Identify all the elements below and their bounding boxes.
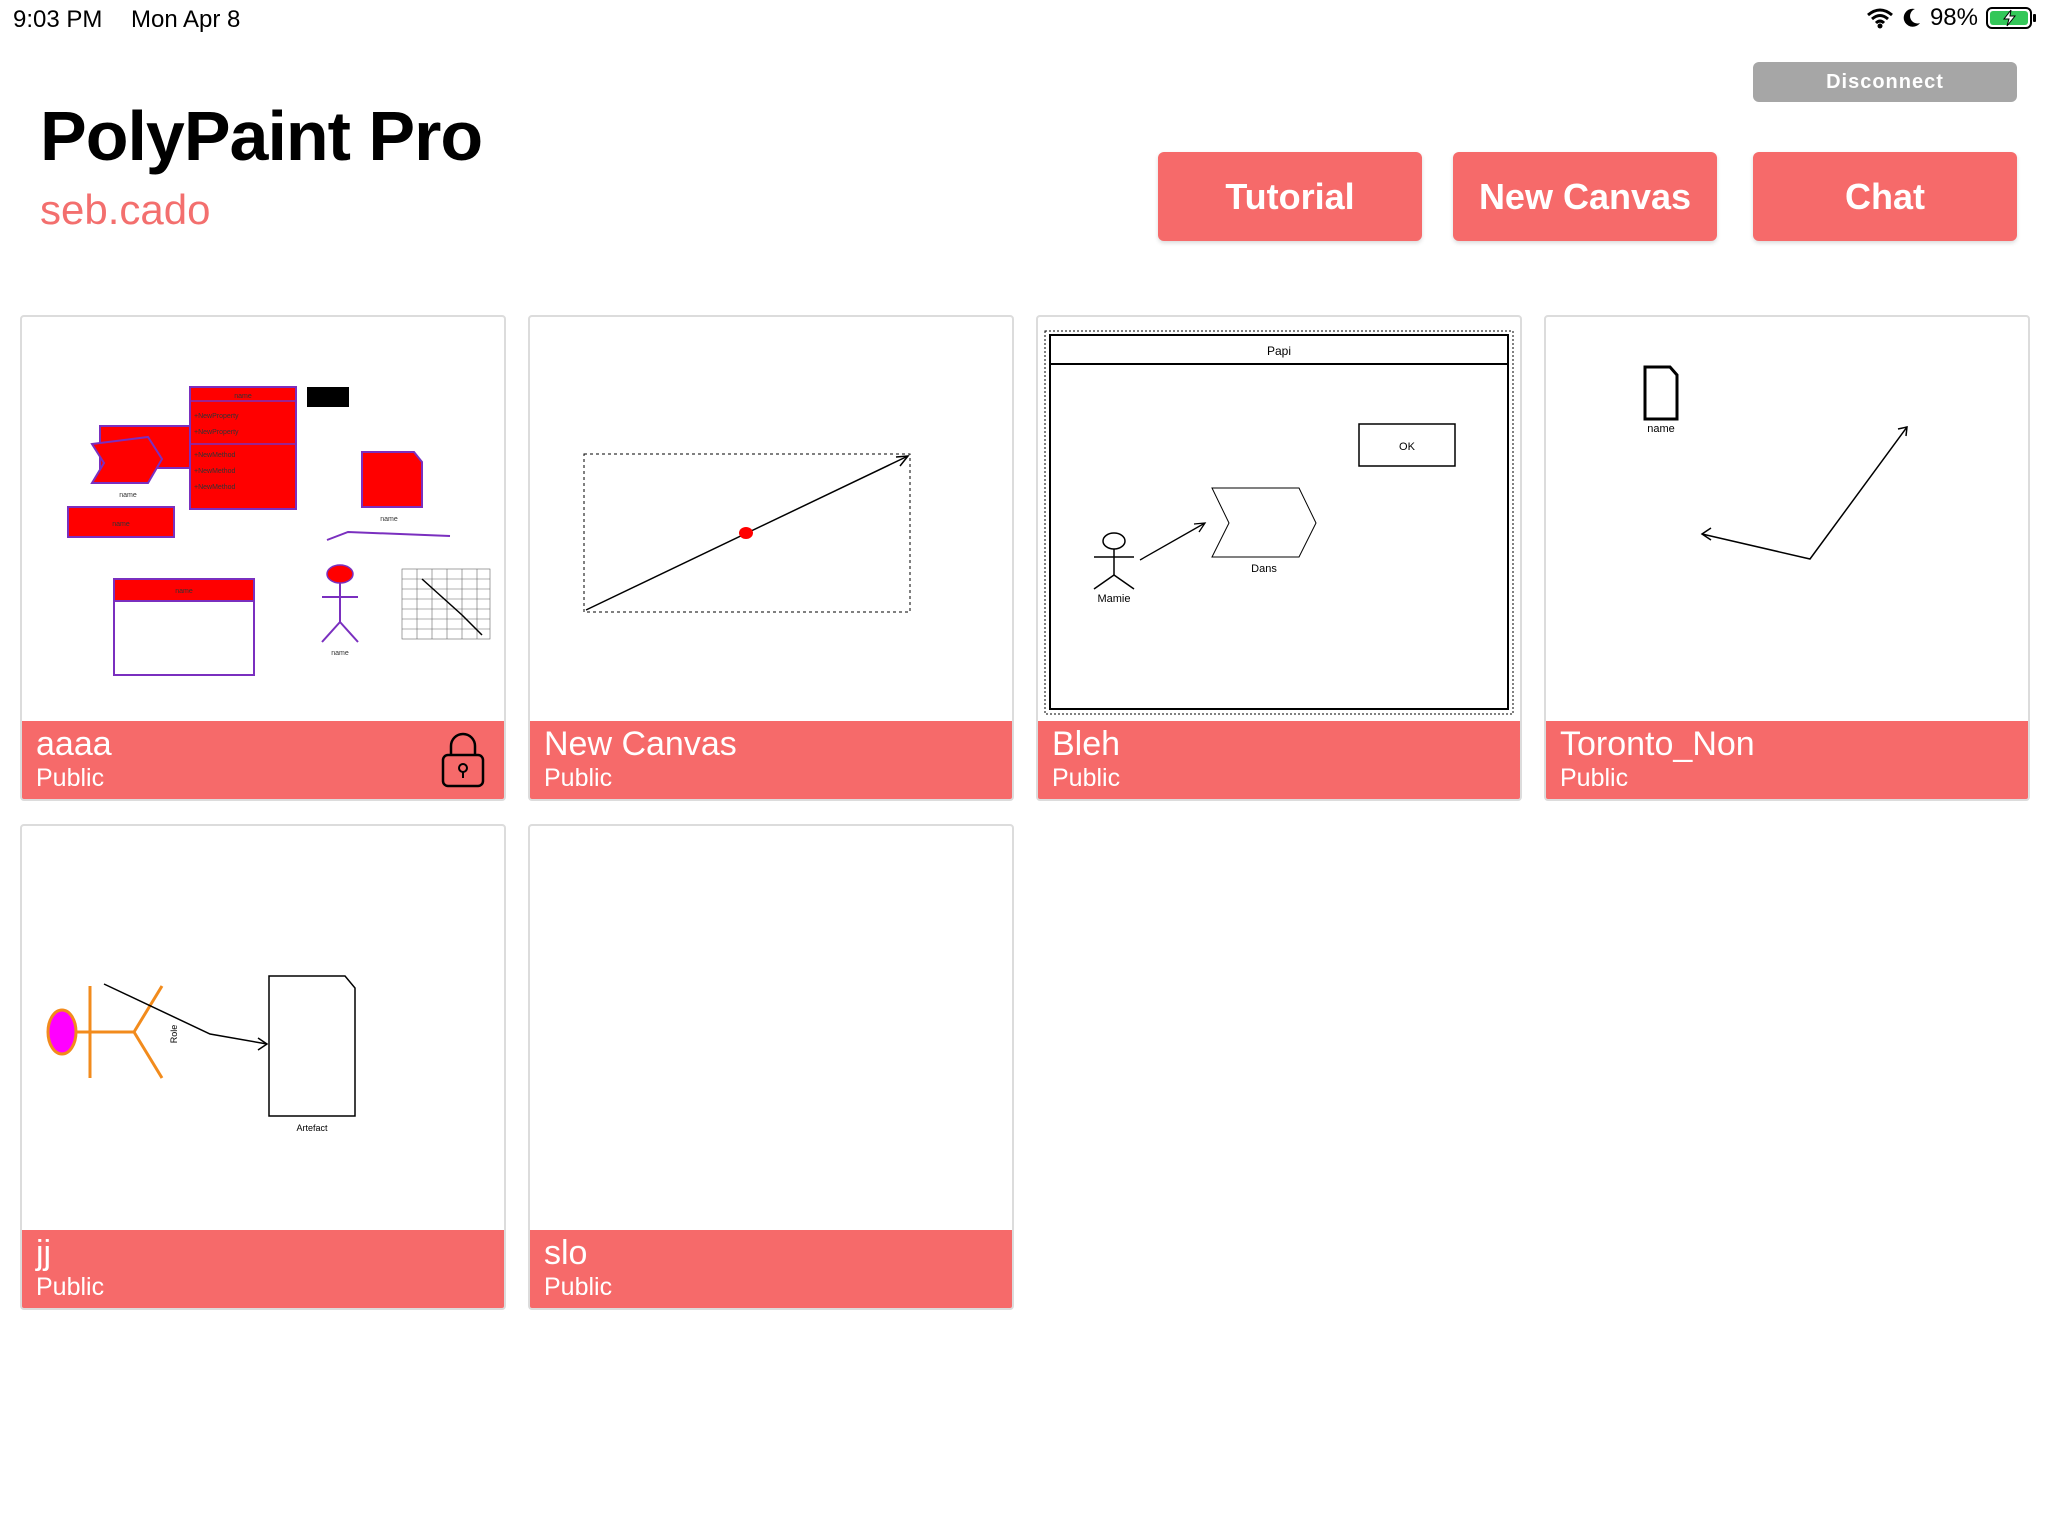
- canvas-card[interactable]: New Canvas Public: [528, 315, 1014, 801]
- canvas-visibility: Public: [1052, 764, 1121, 792]
- canvas-visibility: Public: [36, 1273, 105, 1301]
- canvas-visibility: Public: [1560, 764, 1629, 792]
- canvas-card-footer: aaaa Public: [22, 721, 504, 799]
- canvas-card[interactable]: slo Public: [528, 824, 1014, 1310]
- actor-a-label: name: [119, 492, 137, 499]
- canvas-visibility: Public: [544, 764, 613, 792]
- role-label: Role: [169, 1025, 179, 1044]
- actor-b-label: name: [331, 650, 349, 657]
- chat-button[interactable]: Chat: [1753, 152, 2017, 241]
- class-title-label: name: [234, 393, 252, 400]
- canvas-thumbnail: name +NewProperty +NewProperty +NewMetho…: [67, 386, 491, 676]
- canvas-card-footer: Toronto_Non Public: [1546, 721, 2028, 799]
- username: seb.cado: [40, 186, 211, 233]
- shape-label: Dans: [1251, 563, 1277, 575]
- artefact-label: Artefact: [296, 1123, 328, 1133]
- status-bar: 9:03 PM Mon Apr 8 98%: [0, 0, 2048, 40]
- canvas-name: Toronto_Non: [1560, 725, 1755, 763]
- canvas-card[interactable]: Papi OK Dans Mamie Bleh Public: [1036, 315, 1522, 801]
- canvas-card-footer: Bleh Public: [1038, 721, 1520, 799]
- canvas-visibility: Public: [36, 764, 105, 792]
- class-prop-1: +NewProperty: [194, 413, 239, 420]
- tutorial-button[interactable]: Tutorial: [1158, 152, 1422, 241]
- doc-label: name: [380, 516, 398, 523]
- box2-label: name: [175, 588, 193, 595]
- class-prop-2: +NewProperty: [194, 429, 239, 436]
- canvas-name: Bleh: [1052, 725, 1121, 763]
- canvas-name: slo: [544, 1234, 588, 1272]
- status-time: 9:03 PM: [13, 6, 103, 33]
- class-method-2: +NewMethod: [194, 468, 236, 475]
- status-date: Mon Apr 8: [131, 6, 241, 33]
- wifi-icon: [1866, 8, 1893, 29]
- canvas-visibility: Public: [544, 1273, 613, 1301]
- canvas-name: jj: [36, 1234, 52, 1272]
- canvas-card[interactable]: Role Artefact jj Public: [20, 824, 506, 1310]
- canvas-thumbnail: Papi OK Dans Mamie: [1044, 330, 1514, 715]
- canvas-name: aaaa: [36, 725, 112, 763]
- ok-label: OK: [1399, 441, 1416, 453]
- canvas-name: New Canvas: [544, 725, 737, 763]
- canvas-card-footer: jj Public: [22, 1230, 504, 1308]
- actor-label: Mamie: [1097, 593, 1130, 605]
- lock-icon: [441, 732, 485, 788]
- canvas-card[interactable]: name Toronto_Non Public: [1544, 315, 2030, 801]
- doc-label: name: [1647, 423, 1675, 435]
- battery-percent: 98%: [1929, 4, 1978, 31]
- status-right: 98%: [1866, 4, 2038, 32]
- new-canvas-button[interactable]: New Canvas: [1453, 152, 1717, 241]
- canvas-thumbnail: [583, 453, 911, 613]
- battery-charging-icon: [1986, 7, 2036, 29]
- app-title: PolyPaint Pro: [40, 97, 483, 175]
- class-method-3: +NewMethod: [194, 484, 236, 491]
- class-method-1: +NewMethod: [194, 452, 236, 459]
- canvas-card-footer: slo Public: [530, 1230, 1012, 1308]
- canvas-thumbnail: name: [1643, 365, 1908, 560]
- box-label: name: [112, 521, 130, 528]
- canvas-card[interactable]: name +NewProperty +NewProperty +NewMetho…: [20, 315, 506, 801]
- moon-icon: [1903, 8, 1920, 27]
- canvas-card-footer: New Canvas Public: [530, 721, 1012, 799]
- canvas-thumbnail: Role Artefact: [46, 975, 356, 1133]
- container-title: Papi: [1267, 344, 1291, 358]
- disconnect-button[interactable]: Disconnect: [1753, 62, 2017, 102]
- canvas-thumbnail: [530, 826, 1012, 1230]
